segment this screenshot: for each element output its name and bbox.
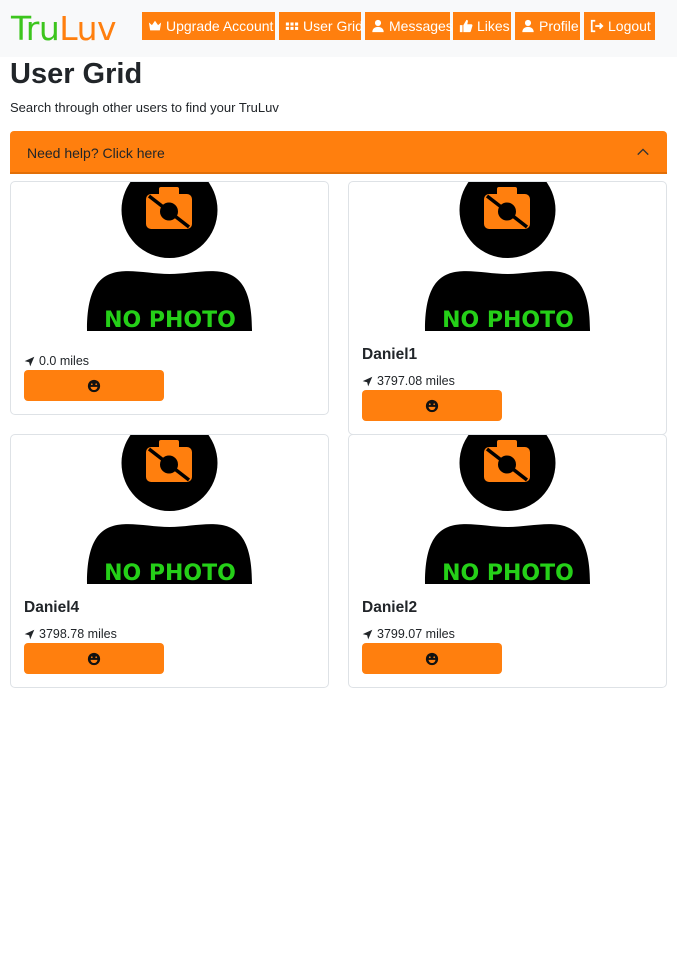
nav-upgrade-account-label: Upgrade Account	[166, 18, 274, 34]
logo-part-tru: Tru	[11, 9, 60, 48]
smile-icon	[425, 399, 439, 412]
help-accordion-toggle[interactable]: Need help? Click here	[10, 131, 667, 174]
nav-likes-label: Likes	[477, 18, 510, 34]
page-title: User Grid	[10, 58, 143, 90]
chevron-up-icon	[637, 148, 649, 156]
nav-messages-label: Messages	[389, 18, 453, 34]
user-card[interactable]: NO PHOTO Daniel1 3797.08 miles	[348, 181, 667, 435]
grid-icon	[285, 22, 299, 30]
like-button[interactable]	[362, 643, 502, 674]
like-button[interactable]	[24, 370, 164, 401]
user-name: Daniel4	[24, 599, 80, 616]
distance-text: 3797.08 miles	[377, 374, 455, 388]
user-card[interactable]: NO PHOTO 0.0 miles	[10, 181, 329, 415]
no-photo-text: NO PHOTO	[104, 561, 236, 584]
logo-part-luv: Luv	[59, 9, 117, 48]
nav-messages-button[interactable]: Messages	[365, 12, 453, 40]
top-navbar: TruLuv Upgrade Account User Grid Message…	[0, 0, 677, 57]
location-arrow-icon	[24, 629, 35, 639]
like-button[interactable]	[24, 643, 164, 674]
page-subtitle: Search through other users to find your …	[10, 100, 279, 115]
logo-text: TruLuv	[11, 9, 136, 49]
logout-icon	[590, 19, 604, 33]
distance-text: 3799.07 miles	[377, 627, 455, 641]
user-name: Daniel2	[362, 599, 418, 616]
user-distance: 3798.78 miles	[24, 627, 117, 641]
location-arrow-icon	[362, 376, 373, 386]
user-icon	[372, 19, 384, 33]
no-photo-placeholder: NO PHOTO	[87, 435, 252, 584]
truluv-logo[interactable]: TruLuv	[11, 9, 136, 49]
smile-icon	[87, 652, 101, 665]
thumbs-up-icon	[459, 19, 473, 33]
location-arrow-icon	[24, 356, 35, 366]
crown-icon	[148, 20, 162, 31]
distance-text: 0.0 miles	[39, 354, 90, 368]
user-card[interactable]: NO PHOTO Daniel2 3799.07 miles	[348, 434, 667, 688]
nav-user-grid-button[interactable]: User Grid	[279, 12, 363, 40]
location-arrow-icon	[362, 629, 373, 639]
user-name: Daniel1	[362, 346, 418, 363]
no-photo-placeholder: NO PHOTO	[425, 435, 590, 584]
nav-likes-button[interactable]: Likes	[453, 12, 511, 40]
no-photo-text: NO PHOTO	[442, 308, 574, 331]
user-distance: 3799.07 miles	[362, 627, 455, 641]
distance-text: 3798.78 miles	[39, 627, 117, 641]
nav-logout-label: Logout	[608, 18, 651, 34]
no-photo-placeholder: NO PHOTO	[425, 182, 590, 331]
user-icon	[522, 19, 534, 33]
no-photo-text: NO PHOTO	[104, 308, 236, 331]
user-distance: 0.0 miles	[24, 354, 89, 368]
user-card[interactable]: NO PHOTO Daniel4 3798.78 miles	[10, 434, 329, 688]
nav-user-grid-label: User Grid	[303, 18, 363, 34]
smile-icon	[87, 379, 101, 392]
no-photo-text: NO PHOTO	[442, 561, 574, 584]
user-distance: 3797.08 miles	[362, 374, 455, 388]
nav-profile-button[interactable]: Profile	[515, 12, 580, 40]
like-button[interactable]	[362, 390, 502, 421]
help-label: Need help? Click here	[27, 145, 165, 161]
nav-upgrade-account-button[interactable]: Upgrade Account	[142, 12, 275, 40]
no-photo-placeholder: NO PHOTO	[87, 182, 252, 331]
nav-logout-button[interactable]: Logout	[584, 12, 655, 40]
smile-icon	[425, 652, 439, 665]
nav-profile-label: Profile	[539, 18, 579, 34]
